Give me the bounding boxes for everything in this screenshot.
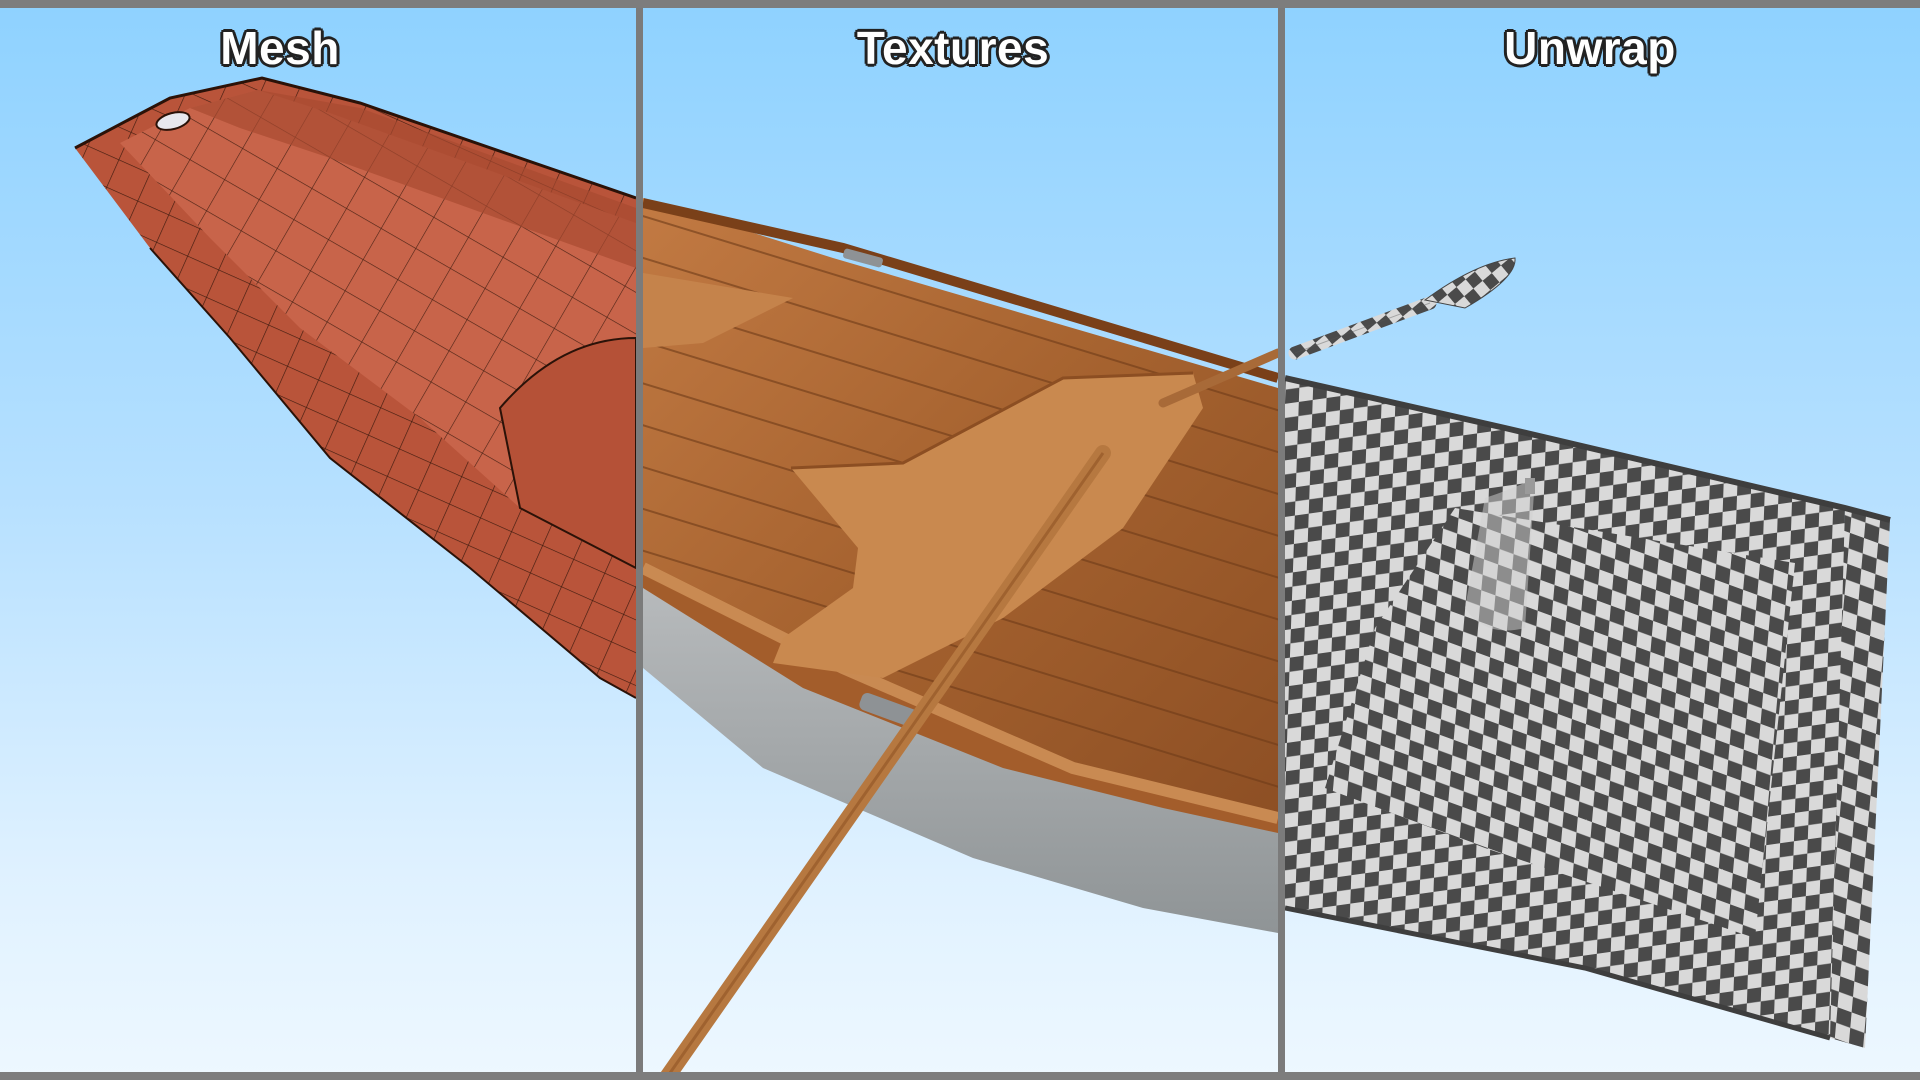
panel-divider-right — [1278, 8, 1285, 1072]
unwrapped-boat-render — [1285, 257, 1891, 1048]
panel-title-mesh: Mesh — [220, 22, 340, 74]
comparison-frame: Mesh Textures Unwrap — [0, 0, 1920, 1080]
panel-divider-left — [636, 8, 643, 1072]
mesh-boat-render — [74, 76, 636, 699]
mesh-panel: Mesh — [0, 8, 636, 1072]
textures-panel: Textures — [643, 8, 1278, 1072]
unwrap-panel: Unwrap — [1285, 8, 1920, 1072]
textured-boat-render — [643, 198, 1278, 1072]
panel-title-unwrap: Unwrap — [1504, 22, 1676, 74]
panel-title-textures: Textures — [856, 22, 1050, 74]
